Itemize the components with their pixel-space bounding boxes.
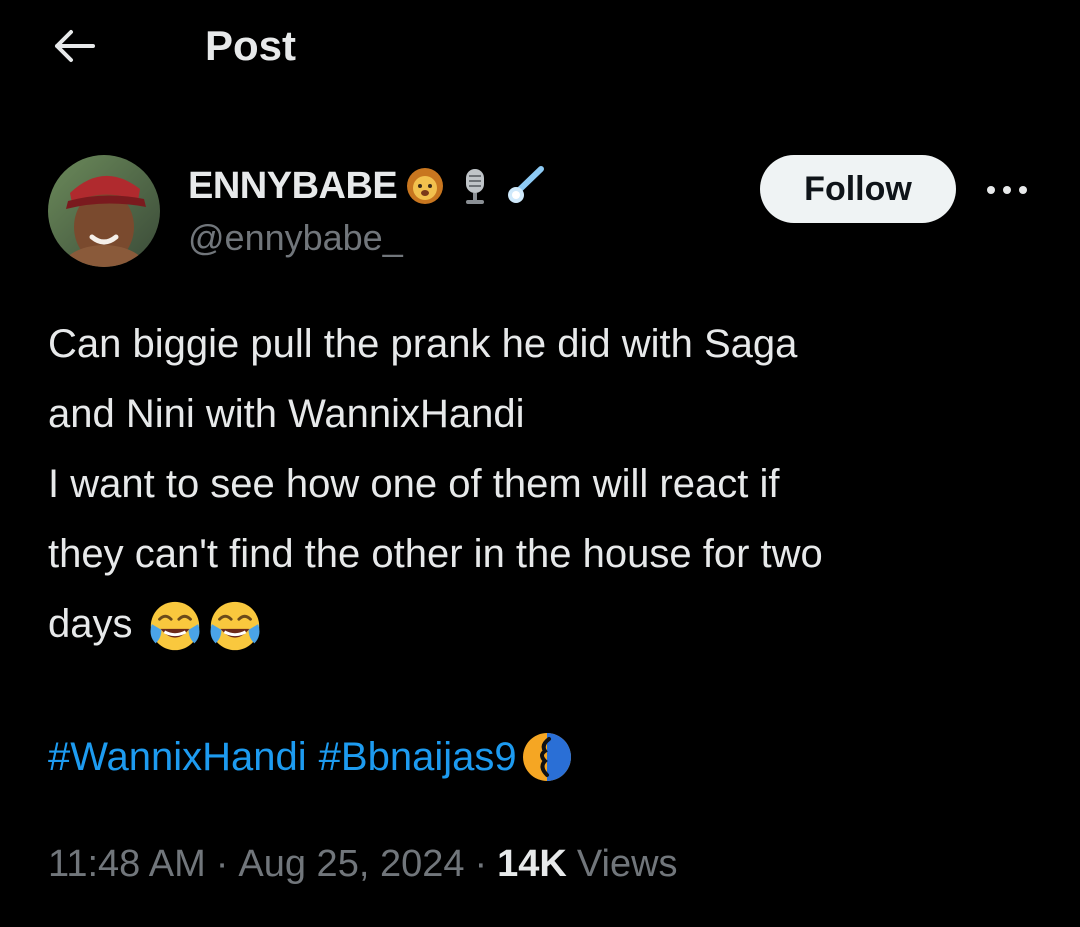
lion-face-icon [403, 164, 447, 208]
tweet-time[interactable]: 11:48 AM [48, 843, 206, 886]
views-count[interactable]: 14K [497, 843, 567, 886]
tweet-line: I want to see how one of them will react… [48, 462, 780, 506]
tweet-line: they can't find the other in the house f… [48, 532, 823, 576]
face-with-tears-of-joy-icon [210, 602, 260, 651]
avatar[interactable] [48, 155, 160, 267]
author-display-name[interactable]: ENNYBABE [188, 165, 398, 208]
meta-separator: · [474, 842, 488, 885]
back-button[interactable] [48, 22, 100, 70]
tweet-date[interactable]: Aug 25, 2024 [238, 843, 464, 886]
comet-icon [503, 164, 547, 208]
more-options-icon [987, 186, 1027, 194]
author-handle[interactable]: @ennybabe_ [188, 217, 403, 259]
tweet-text: Can biggie pull the prank he did with Sa… [48, 309, 1048, 659]
views-label[interactable]: Views [577, 843, 678, 886]
top-bar: Post [0, 0, 1080, 100]
meta-separator: · [215, 842, 229, 885]
tweet-line: days [48, 602, 133, 646]
tweet-line: Can biggie pull the prank he did with Sa… [48, 322, 798, 366]
bbnaija-logo-icon [522, 733, 571, 781]
tweet-line: and Nini with WannixHandi [48, 392, 525, 436]
microphone-icon [453, 164, 497, 208]
more-options-button[interactable] [982, 170, 1032, 210]
page-title: Post [205, 22, 297, 69]
tweet-last-line: days [48, 589, 1048, 659]
follow-button[interactable]: Follow [760, 155, 956, 223]
author-name-row: ENNYBABE [188, 158, 547, 214]
tweet-meta: 11:48 AM · Aug 25, 2024 · 14K Views [48, 835, 678, 893]
face-with-tears-of-joy-icon [150, 602, 200, 651]
arrow-left-icon [55, 30, 95, 62]
hashtag-link[interactable]: #Bbnaijas9 [319, 735, 517, 780]
hashtag-row: #WannixHandi #Bbnaijas9 [48, 722, 575, 792]
hashtag-link[interactable]: #WannixHandi [48, 735, 307, 780]
